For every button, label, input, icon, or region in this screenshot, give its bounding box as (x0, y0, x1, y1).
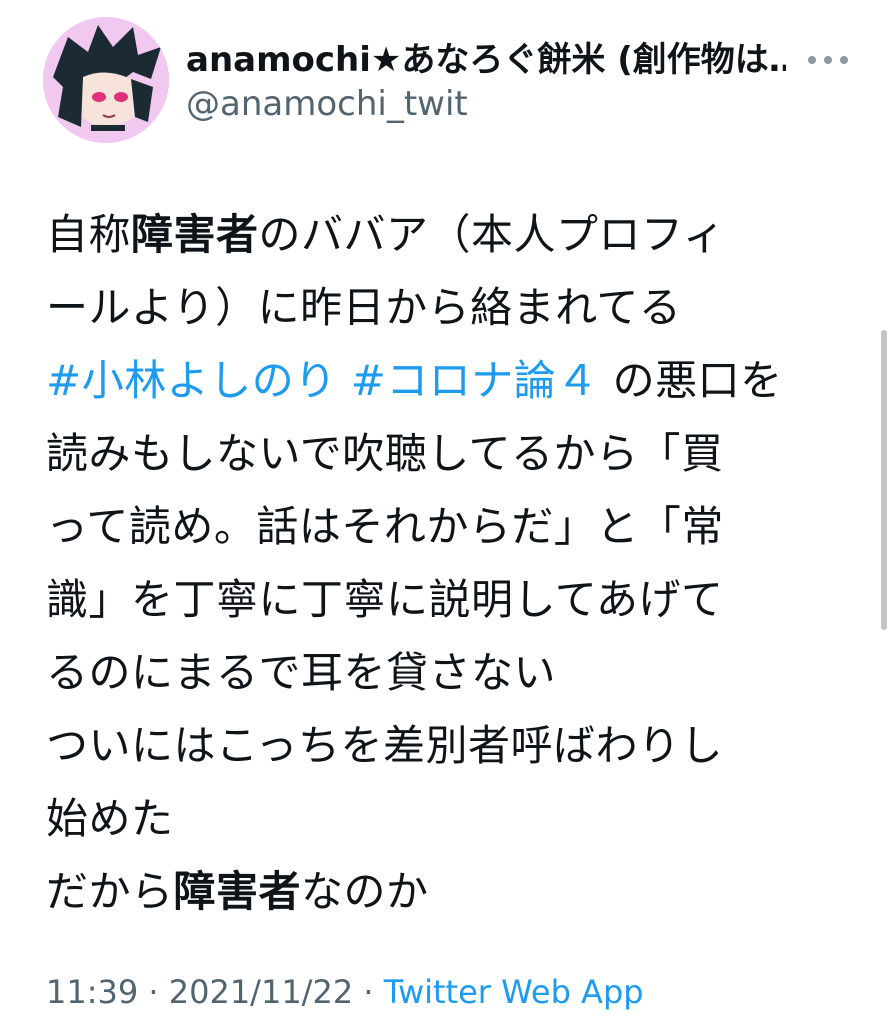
meta-separator: · (363, 973, 374, 1011)
text-segment: だから (46, 867, 174, 916)
text-segment: の悪口を (612, 356, 783, 405)
text-segment: より）に昨日から絡まれてる (131, 283, 682, 332)
tweet-line: るのにまるで耳を貸さない (46, 636, 846, 709)
tweet-date[interactable]: 2021/11/22 (169, 973, 353, 1011)
tweet-line: ついにはこっちを差別者呼ばわりし (46, 709, 846, 782)
meta-separator: · (148, 973, 159, 1011)
tweet-line: ールより）に昨日から絡まれてる (46, 271, 846, 344)
avatar[interactable] (43, 17, 169, 143)
text-segment: 識」を丁寧に丁寧に説明してあげて (46, 575, 724, 624)
tweet-line: 自称障害者のババア（本人プロフィ (46, 198, 846, 271)
text-segment: なのか (301, 867, 429, 916)
tweet-time[interactable]: 11:39 (46, 973, 138, 1011)
tweet-line: 始めた (46, 782, 846, 855)
tweet-meta: 11:39 · 2021/11/22 · Twitter Web App (46, 970, 644, 1014)
tweet-line: #小林よしのり #コロナ論４ の悪口を (46, 344, 846, 417)
tweet-line: 識」を丁寧に丁寧に説明してあげて (46, 563, 846, 636)
text-segment: のババア（本人プロフィ (258, 210, 726, 259)
more-dot (840, 56, 848, 64)
display-name[interactable]: anamochi★あなろぐ餅米 (創作物は… (186, 38, 786, 82)
bold-text-segment: 障害者 (131, 210, 259, 259)
tweet-text: 自称障害者のババア（本人プロフィ ールより）に昨日から絡まれてる #小林よしのり… (46, 198, 846, 928)
text-segment: るのにまるで耳を貸さない (46, 648, 557, 697)
text-segment: って読め。話はそれからだ」と「常 (46, 502, 724, 551)
more-dot (824, 56, 832, 64)
text-segment: 自称 (46, 210, 132, 259)
scrollbar[interactable] (881, 330, 887, 630)
tweet-source-link[interactable]: Twitter Web App (384, 973, 644, 1011)
hashtag-link[interactable]: #小林よしのり (46, 356, 337, 405)
tweet-line: って読め。話はそれからだ」と「常 (46, 490, 846, 563)
user-handle[interactable]: @anamochi_twit (186, 82, 468, 126)
avatar-illustration (43, 17, 169, 143)
tweet-line: 読みもしないで吹聴してるから「買 (46, 417, 846, 490)
bold-text-segment: 障害者 (173, 867, 302, 916)
text-segment: 読みもしないで吹聴してるから「買 (46, 429, 724, 478)
tweet-line: だから障害者なのか (46, 855, 846, 928)
more-horizontal-icon[interactable] (808, 50, 848, 70)
text-segment: ール (46, 283, 132, 332)
more-dot (808, 56, 816, 64)
hashtag-link[interactable]: #コロナ論４ (351, 356, 599, 405)
text-segment: ついにはこっちを差別者呼ばわりし (46, 721, 724, 770)
text-segment: 始めた (46, 794, 174, 843)
